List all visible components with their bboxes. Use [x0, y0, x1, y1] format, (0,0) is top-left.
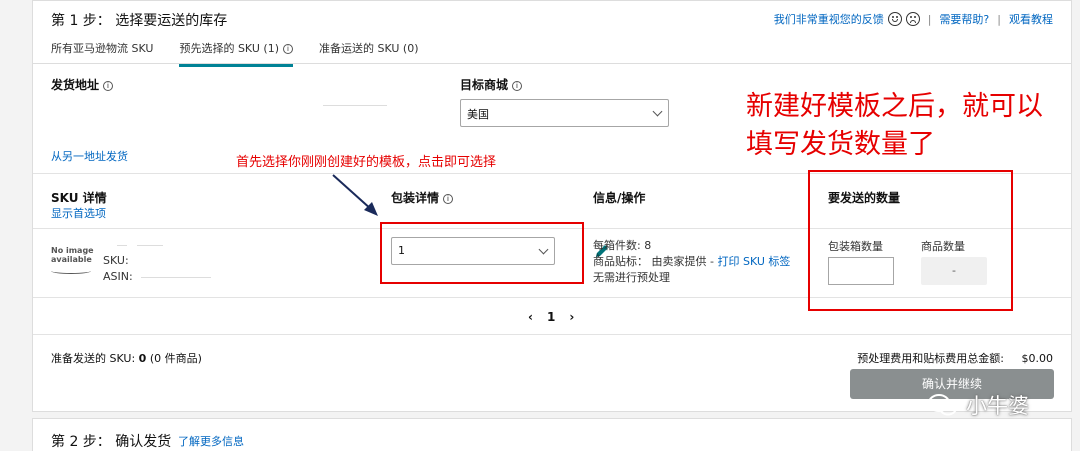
- redacted-line: [323, 105, 387, 106]
- watermark: 小牛婆: [928, 390, 1029, 420]
- annotation-box-quantity: [808, 170, 1013, 311]
- current-page: 1: [546, 310, 556, 324]
- learn-more-link[interactable]: 了解更多信息: [178, 433, 244, 449]
- pagination: ‹ 1 ›: [528, 310, 574, 324]
- chevron-down-icon: [652, 106, 663, 117]
- marketplace-text: 目标商城: [460, 78, 509, 92]
- separator: |: [997, 12, 1001, 26]
- annotation-arrow: [332, 174, 378, 216]
- tabs-divider: [33, 63, 1071, 64]
- sku-label: SKU:: [103, 254, 129, 267]
- redacted-line: [117, 245, 127, 246]
- annotation-box-packing: [380, 222, 584, 284]
- asin-label: ASIN:: [103, 270, 133, 283]
- ship-from-label: 发货地址 i: [51, 76, 114, 93]
- annotation-big-line2: 填写发货数量了: [746, 129, 935, 160]
- annotation-big-line1: 新建好模板之后，就可以: [746, 91, 1043, 122]
- tutorial-link[interactable]: 观看教程: [1009, 11, 1053, 27]
- fee-label: 预处理费用和贴标费用总金额:: [857, 352, 1004, 365]
- no-image-curve: [51, 268, 91, 274]
- tab-preselected-label: 预先选择的 SKU (1): [179, 42, 279, 55]
- annotation-arrow-note: 首先选择你刚刚创建好的模板，点击即可选择: [236, 155, 497, 170]
- no-image-line2: available: [51, 255, 92, 264]
- info-actions-header: 信息/操作: [593, 191, 646, 205]
- step2-panel: 第 2 步： 确认发货 了解更多信息: [32, 418, 1072, 451]
- help-link[interactable]: 需要帮助?: [939, 11, 989, 27]
- annotation-big-note: 新建好模板之后，就可以 填写发货数量了: [746, 88, 1043, 164]
- show-preferences-link[interactable]: 显示首选项: [51, 205, 106, 221]
- ship-from-other-link[interactable]: 从另一地址发货: [51, 148, 128, 164]
- step2-title: 第 2 步： 确认发货: [51, 434, 172, 450]
- header-links: 我们非常重视您的反馈 | 需要帮助? | 观看教程: [774, 11, 1053, 27]
- fee-value: $0.00: [1021, 352, 1054, 365]
- marketplace-label: 目标商城 i: [460, 76, 523, 93]
- prev-page-button[interactable]: ‹: [528, 310, 533, 324]
- info-icon[interactable]: i: [103, 81, 114, 91]
- no-prep-text: 无需进行预处理: [593, 271, 670, 284]
- redacted-line: [137, 245, 163, 246]
- no-image-placeholder: No image available: [51, 246, 95, 276]
- no-image-line1: No image: [51, 246, 94, 255]
- print-sku-label-link[interactable]: 打印 SKU 标签: [717, 255, 790, 268]
- prep-label-text: 商品贴标： 由卖家提供 -: [593, 255, 714, 268]
- next-page-button[interactable]: ›: [569, 310, 574, 324]
- ship-from-text: 发货地址: [51, 78, 100, 92]
- info-icon[interactable]: i: [512, 81, 523, 91]
- units-per-box: 每箱件数: 8: [593, 239, 652, 252]
- ready-summary: 准备发送的 SKU: 0 (0 件商品): [51, 350, 202, 366]
- step1-title: 第 1 步： 选择要运送的库存: [51, 13, 228, 29]
- redacted-line: [141, 277, 211, 278]
- happy-face-icon[interactable]: [887, 12, 902, 26]
- sku-details-header: SKU 详情: [51, 191, 107, 205]
- marketplace-select[interactable]: 美国: [460, 99, 669, 127]
- ready-label: 准备发送的 SKU:: [51, 352, 136, 365]
- feedback-link[interactable]: 我们非常重视您的反馈: [774, 11, 884, 27]
- info-icon[interactable]: i: [443, 194, 454, 204]
- watermark-text: 小牛婆: [966, 394, 1029, 418]
- prep-label-line: 商品贴标： 由卖家提供 - 打印 SKU 标签: [593, 253, 790, 269]
- packing-details-text: 包装详情: [391, 191, 440, 205]
- marketplace-value: 美国: [467, 108, 489, 121]
- separator: |: [927, 12, 932, 26]
- pager-divider: [33, 334, 1071, 335]
- ready-count: 0: [138, 352, 147, 365]
- fee-summary: 预处理费用和贴标费用总金额: $0.00: [857, 350, 1053, 366]
- packing-details-header: 包装详情 i: [391, 189, 454, 206]
- sad-face-icon[interactable]: [905, 12, 920, 26]
- ready-items: (0 件商品): [149, 352, 202, 365]
- page: 第 1 步： 选择要运送的库存 我们非常重视您的反馈 | 需要帮助? | 观看教…: [0, 0, 1080, 451]
- wechat-icon: [928, 394, 957, 416]
- info-icon[interactable]: i: [282, 44, 293, 54]
